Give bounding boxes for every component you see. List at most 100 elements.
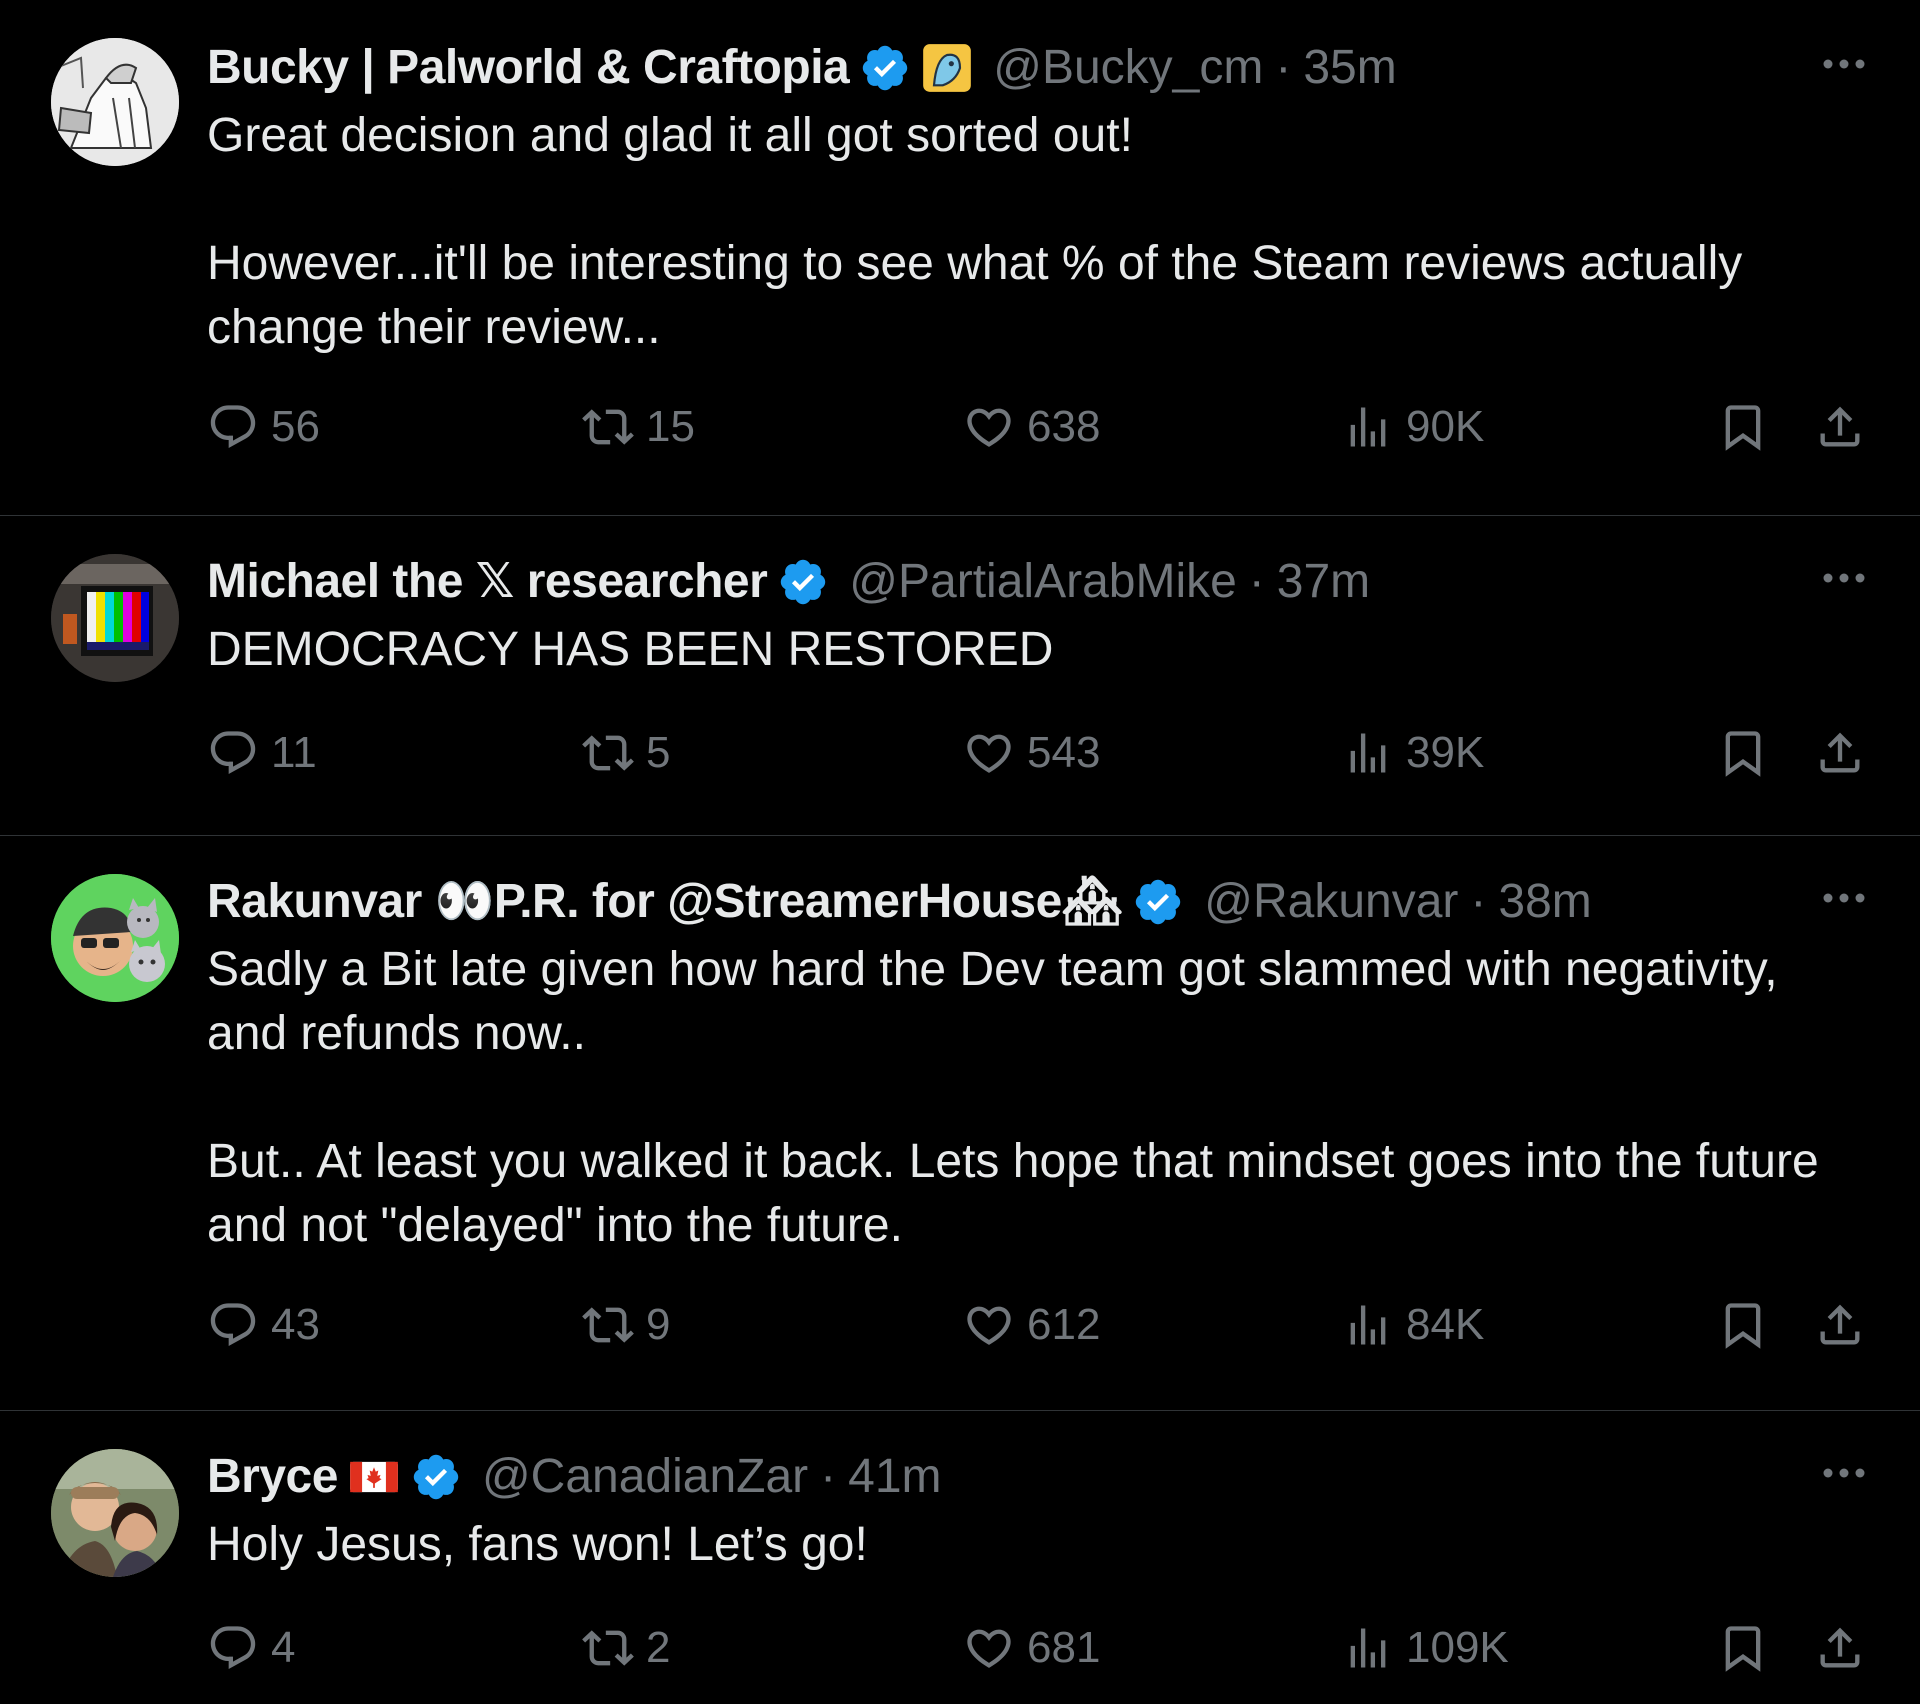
timestamp[interactable]: 38m — [1498, 874, 1591, 930]
timestamp[interactable]: 37m — [1277, 554, 1370, 610]
reply-count: 56 — [271, 402, 320, 451]
reply-button[interactable]: 4 — [207, 1613, 295, 1683]
pal-mascot-icon — [923, 44, 972, 92]
tweet-text: DEMOCRACY HAS BEEN RESTORED — [207, 623, 1054, 676]
action-bar: 56 15 638 90K — [207, 392, 1868, 462]
retweet-icon — [582, 1630, 634, 1666]
retweet-count: 5 — [646, 728, 671, 777]
canada-flag-icon — [350, 1461, 398, 1493]
retweet-icon — [582, 409, 634, 445]
tweet-header: Bucky | Palworld & Craftopia @Bucky_cm ·… — [207, 40, 1868, 96]
heart-icon — [967, 1306, 1011, 1345]
share-icon — [1820, 1627, 1860, 1668]
author-handle[interactable]: @Bucky_cm — [993, 40, 1263, 96]
heart-icon — [967, 1629, 1011, 1668]
separator-dot: · — [1275, 41, 1292, 94]
share-icon — [1820, 732, 1860, 773]
timestamp[interactable]: 41m — [848, 1449, 941, 1505]
verified-badge-icon[interactable] — [410, 1451, 462, 1503]
verified-badge-icon[interactable] — [859, 42, 911, 94]
like-count: 638 — [1027, 402, 1101, 451]
reply-count: 11 — [271, 728, 317, 777]
bookmark-icon — [1725, 1626, 1761, 1672]
retweet-button[interactable]: 5 — [582, 718, 670, 788]
bookmark-button[interactable] — [1717, 1613, 1769, 1683]
heart-icon — [967, 734, 1011, 773]
author-handle[interactable]: @CanadianZar — [482, 1449, 808, 1505]
tweet[interactable]: Bryce @CanadianZar · 41m Holy Jesus, fan… — [0, 1411, 1920, 1703]
views-count: 109K — [1406, 1623, 1509, 1672]
tweet[interactable]: Michael the 𝕏 researcher @PartialArabMik… — [0, 516, 1920, 836]
separator-dot: · — [1470, 875, 1487, 928]
action-bar: 11 5 543 39K — [207, 718, 1868, 788]
like-button[interactable]: 543 — [963, 718, 1100, 788]
action-bar: 4 2 681 109K — [207, 1613, 1868, 1683]
bookmark-icon — [1725, 405, 1761, 451]
share-button[interactable] — [1814, 718, 1866, 788]
share-button[interactable] — [1814, 392, 1866, 462]
retweet-button[interactable]: 9 — [582, 1290, 670, 1360]
views-button[interactable]: 90K — [1342, 392, 1484, 462]
more-options-icon[interactable] — [1820, 1449, 1868, 1497]
views-count: 90K — [1406, 402, 1485, 451]
reply-feed: Bucky | Palworld & Craftopia @Bucky_cm ·… — [0, 0, 1920, 1704]
more-options-icon[interactable] — [1820, 40, 1868, 88]
tweet[interactable]: Bucky | Palworld & Craftopia @Bucky_cm ·… — [0, 0, 1920, 516]
views-chart-icon — [1350, 407, 1386, 447]
verified-badge-icon[interactable] — [777, 556, 829, 608]
views-count: 84K — [1406, 1300, 1485, 1349]
share-button[interactable] — [1814, 1290, 1866, 1360]
reply-icon — [210, 1303, 256, 1347]
avatar[interactable] — [51, 38, 179, 166]
more-options-icon[interactable] — [1820, 554, 1868, 602]
timestamp[interactable]: 35m — [1303, 40, 1396, 96]
like-button[interactable]: 638 — [963, 392, 1100, 462]
tweet[interactable]: Rakunvar 👀P.R. for @StreamerHouse🏘 @Raku… — [0, 836, 1920, 1411]
bookmark-button[interactable] — [1717, 718, 1769, 788]
action-bar: 43 9 612 84K — [207, 1290, 1868, 1360]
more-options-icon[interactable] — [1820, 874, 1868, 922]
avatar[interactable] — [51, 1449, 179, 1577]
like-button[interactable]: 612 — [963, 1290, 1100, 1360]
couple-photo-avatar-icon — [51, 1449, 179, 1577]
cartoon-cats-avatar-icon — [51, 874, 179, 1002]
views-chart-icon — [1350, 1628, 1386, 1668]
retweet-icon — [582, 1307, 634, 1343]
retweet-button[interactable]: 15 — [582, 392, 695, 462]
share-button[interactable] — [1814, 1613, 1866, 1683]
author-name[interactable]: Bucky | Palworld & Craftopia — [207, 40, 850, 96]
tweet-text: Sadly a Bit late given how hard the Dev … — [207, 943, 1819, 1252]
verified-badge-icon[interactable] — [1132, 876, 1184, 928]
reply-icon — [210, 731, 256, 775]
bookmark-button[interactable] — [1717, 1290, 1769, 1360]
reply-button[interactable]: 11 — [207, 718, 317, 788]
reply-button[interactable]: 43 — [207, 1290, 320, 1360]
retweet-icon — [582, 735, 634, 771]
views-button[interactable]: 109K — [1342, 1613, 1509, 1683]
tweet-header: Bryce @CanadianZar · 41m — [207, 1449, 1868, 1505]
avatar[interactable] — [51, 874, 179, 1002]
heart-icon — [967, 408, 1011, 447]
tweet-header: Michael the 𝕏 researcher @PartialArabMik… — [207, 554, 1868, 610]
reply-count: 4 — [271, 1623, 296, 1672]
reply-button[interactable]: 56 — [207, 392, 320, 462]
views-button[interactable]: 39K — [1342, 718, 1484, 788]
sketch-avatar-icon — [51, 38, 179, 166]
retweet-button[interactable]: 2 — [582, 1613, 670, 1683]
views-chart-icon — [1350, 1305, 1386, 1345]
author-name[interactable]: Rakunvar 👀P.R. for @StreamerHouse🏘 — [207, 874, 1123, 930]
separator-dot: · — [820, 1450, 837, 1503]
retweet-count: 2 — [646, 1623, 671, 1672]
author-name[interactable]: Michael the 𝕏 researcher — [207, 554, 768, 610]
like-button[interactable]: 681 — [963, 1613, 1100, 1683]
like-count: 612 — [1027, 1300, 1101, 1349]
author-handle[interactable]: @PartialArabMike — [849, 554, 1237, 610]
reply-icon — [210, 405, 256, 449]
avatar[interactable] — [51, 554, 179, 682]
views-button[interactable]: 84K — [1342, 1290, 1484, 1360]
tweet-text: Holy Jesus, fans won! Let’s go! — [207, 1518, 868, 1571]
bookmark-button[interactable] — [1717, 392, 1769, 462]
retweet-count: 15 — [646, 402, 695, 451]
author-name[interactable]: Bryce — [207, 1449, 338, 1505]
author-handle[interactable]: @Rakunvar — [1204, 874, 1458, 930]
